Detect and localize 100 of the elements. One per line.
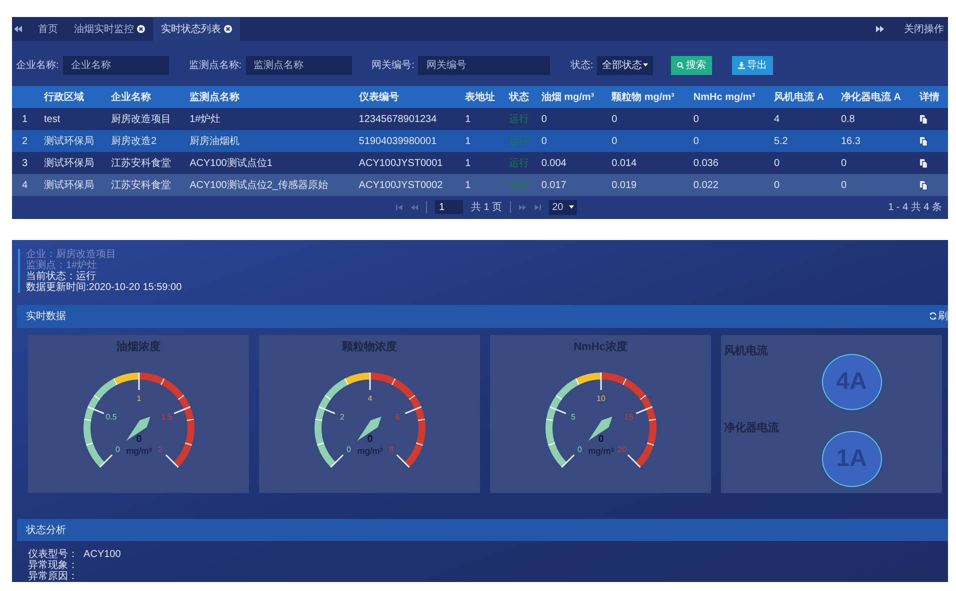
status-select[interactable]: 全部状态 <box>597 56 654 74</box>
table-cell: 0 <box>836 174 916 196</box>
table-cell: 16.3 <box>836 130 916 152</box>
table-cell: 0.017 <box>537 174 608 196</box>
copy-icon[interactable] <box>920 180 928 190</box>
section-title: 状态分析 <box>26 524 66 537</box>
gauge-needle <box>356 416 381 440</box>
info-line: 数据更新时间:2020-10-20 15:59:00 <box>26 282 182 293</box>
tick-label: 15 <box>624 412 633 422</box>
scroll-left-icon[interactable] <box>14 25 22 33</box>
table-cell: 0 <box>689 108 770 130</box>
table-cell: 0 <box>608 108 690 130</box>
table-cell: 厨房改造项目 <box>107 108 186 130</box>
column-header: 表地址 <box>461 86 505 108</box>
column-header: 风机电流 A <box>770 86 837 108</box>
table-cell: ACY100JYST0001 <box>354 152 462 174</box>
table-cell: 运行 <box>504 130 538 152</box>
tick-label: 1.5 <box>160 412 172 422</box>
close-icon[interactable] <box>224 25 232 33</box>
close-menu[interactable]: 关闭操作 <box>904 22 944 36</box>
tick-label: 4 <box>367 394 372 402</box>
column-header: 行政区域 <box>40 86 108 108</box>
table-cell: 运行 <box>504 152 538 174</box>
copy-icon[interactable] <box>920 114 928 124</box>
column-header: 油烟 mg/m³ <box>537 86 608 108</box>
record-count: 1 - 4 共 4 条 <box>888 200 942 214</box>
table-row[interactable]: 4 测试环保局 江苏安科食堂 ACY100测试点位2_传感器原始 ACY100JYST0002 1 运行 0.017 0.019 0.022 0 0 <box>12 174 948 196</box>
gauge-needle <box>588 416 612 440</box>
table-cell: 0 <box>537 108 608 130</box>
table-cell: 0 <box>689 130 770 152</box>
close-icon[interactable] <box>137 25 145 33</box>
table-cell: 12345678901234 <box>354 108 462 130</box>
scroll-right-icon[interactable] <box>876 25 884 33</box>
table-row[interactable]: 2 测试环保局 厨房改造2 厨房油烟机 51904039980001 1 运行 0 0 0 5.2 16.3 <box>12 130 948 152</box>
page-count: 共 1 页 <box>471 200 502 214</box>
table-cell: 江苏安科食堂 <box>107 174 186 196</box>
copy-icon[interactable] <box>920 136 928 146</box>
filter-label: 监测点名称: <box>188 58 242 72</box>
table-cell: 厨房改造2 <box>107 130 186 152</box>
analysis-line: 异常原因： <box>28 571 79 582</box>
tick-label: 10 <box>596 394 605 402</box>
refresh-link[interactable]: 刷 <box>929 309 948 324</box>
table-cell: 1 <box>461 130 505 152</box>
gauge-title: 油烟浓度 <box>116 340 160 354</box>
row-number: 3 <box>12 152 40 174</box>
tab[interactable]: 首页 <box>30 17 66 41</box>
page-size-select[interactable]: 20 <box>549 200 578 214</box>
filter-field[interactable]: 企业名称 <box>62 56 169 74</box>
filter-label: 企业名称: <box>15 58 59 72</box>
current-label: 净化器电流 <box>724 420 780 434</box>
gauge-value: 0 <box>598 434 604 444</box>
gauge-unit: mg/m³ <box>588 446 614 456</box>
filter-field[interactable]: 监测点名称 <box>246 56 352 74</box>
tick-label: 8 <box>388 444 393 454</box>
gauge-needle <box>126 416 150 440</box>
page-field[interactable]: 1 <box>435 200 463 214</box>
table-cell: 测试环保局 <box>40 130 108 152</box>
table-cell: 0.036 <box>689 152 770 174</box>
table-cell: 0 <box>537 130 608 152</box>
tick-label: 2 <box>157 444 162 454</box>
table-cell: 江苏安科食堂 <box>107 152 186 174</box>
tab[interactable]: 实时状态列表 <box>153 17 240 41</box>
column-header: 仪表编号 <box>354 86 462 108</box>
column-header: 状态 <box>504 86 538 108</box>
refresh-icon <box>929 312 937 320</box>
filter-label: 网关编号: <box>370 58 414 72</box>
tick-label: 0.5 <box>105 412 116 422</box>
table-cell: 1 <box>461 152 505 174</box>
table-cell: 5.2 <box>770 130 837 152</box>
row-number: 2 <box>12 130 40 152</box>
table-row[interactable]: 1 test 厨房改造项目 1#炉灶 12345678901234 1 运行 0 0 0 4 0.8 <box>12 108 948 130</box>
info-line: 企业：厨房改造项目 <box>26 249 117 260</box>
table-cell: 0 <box>836 152 916 174</box>
table-cell: 1#炉灶 <box>186 108 355 130</box>
column-header: 详情 <box>916 86 948 108</box>
tab[interactable]: 油烟实时监控 <box>66 17 153 41</box>
table-cell: 运行 <box>504 108 538 130</box>
column-header: 监测点名称 <box>186 86 355 108</box>
table-cell: 0 <box>770 152 837 174</box>
download-icon <box>738 62 746 68</box>
table-cell: ACY100JYST0002 <box>354 174 462 196</box>
column-header: 企业名称 <box>107 86 186 108</box>
table-cell: 0.8 <box>836 108 916 130</box>
table-row[interactable]: 3 测试环保局 江苏安科食堂 ACY100测试点位1 ACY100JYST0001 1 运行 0.004 0.014 0.036 0 0 <box>12 152 948 174</box>
filter-field[interactable]: 网关编号 <box>418 56 550 74</box>
table-cell: ACY100测试点位2_传感器原始 <box>186 174 355 196</box>
gauge-value: 0 <box>366 434 372 444</box>
column-header: 颗粒物 mg/m³ <box>608 86 690 108</box>
table-cell: 0.019 <box>608 174 690 196</box>
table-cell: 0 <box>770 174 837 196</box>
filter-label: 状态: <box>569 58 594 72</box>
table-cell: 测试环保局 <box>40 174 108 196</box>
table-cell: 0.014 <box>608 152 690 174</box>
copy-icon[interactable] <box>920 158 928 168</box>
table-cell: 测试环保局 <box>40 152 108 174</box>
column-header: NmHc mg/m³ <box>689 86 770 108</box>
table-cell: 0.004 <box>537 152 608 174</box>
table-cell: 0 <box>608 130 690 152</box>
table-cell: ACY100测试点位1 <box>186 152 355 174</box>
table-cell: 1 <box>461 174 505 196</box>
